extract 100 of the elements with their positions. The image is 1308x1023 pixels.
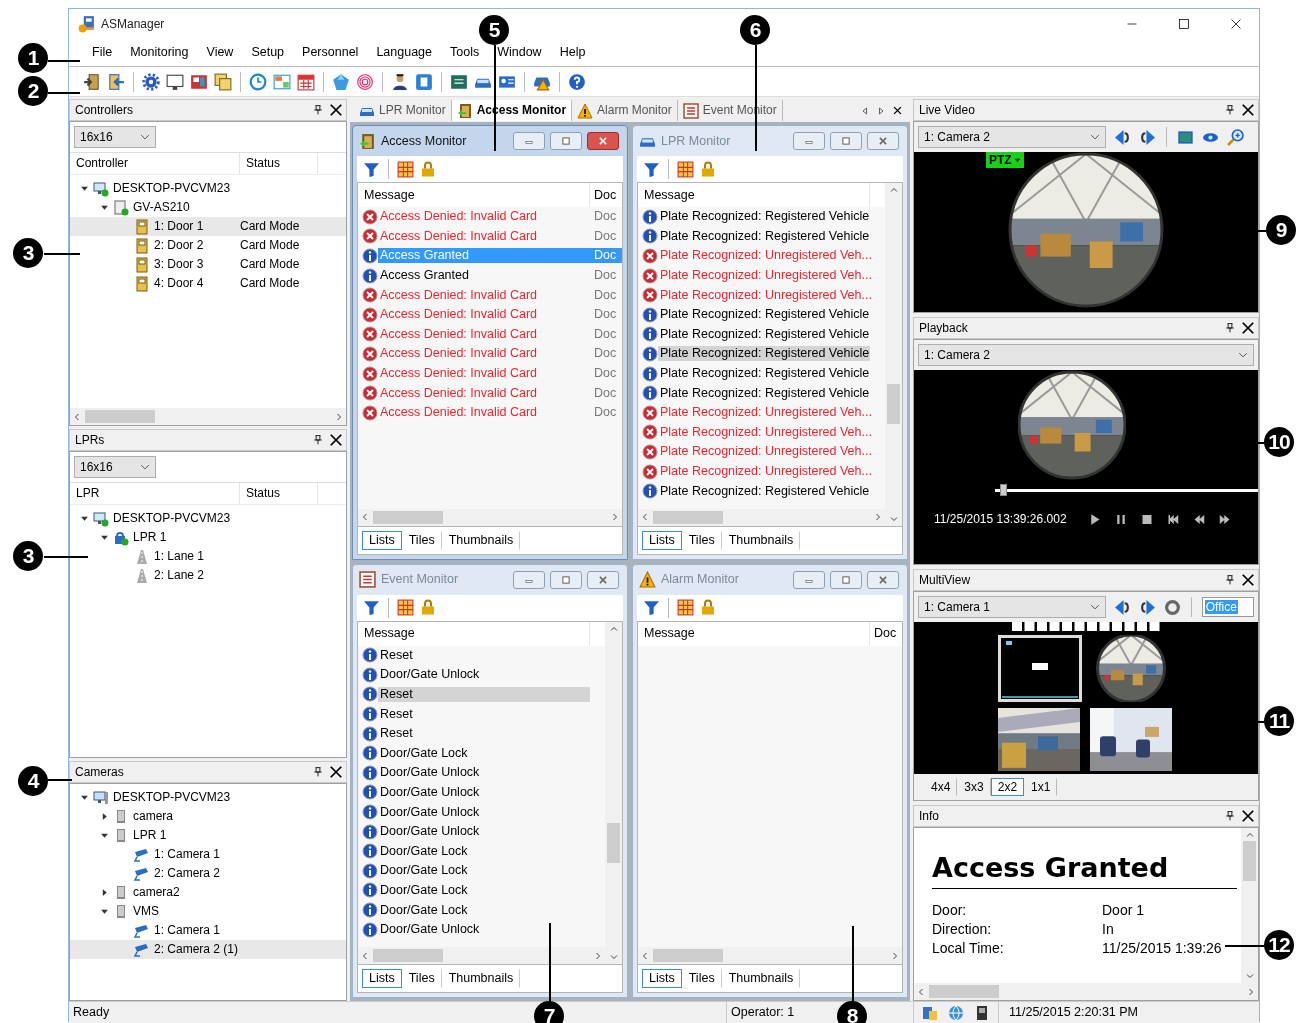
- horizontal-scrollbar[interactable]: [358, 947, 605, 964]
- ptz-left-icon[interactable]: [1114, 128, 1131, 146]
- camera-dropdown[interactable]: 1: Camera 1: [918, 596, 1106, 618]
- vertical-scrollbar[interactable]: [885, 183, 902, 526]
- column-header[interactable]: Doc: [590, 187, 617, 203]
- close-icon[interactable]: [1241, 809, 1255, 823]
- tree-item[interactable]: 1: Lane 1: [70, 547, 346, 566]
- seek-slider[interactable]: [995, 486, 1258, 494]
- message-text[interactable]: Plate Recognized: Registered Vehicle: [658, 209, 870, 225]
- view-tab[interactable]: Lists: [642, 969, 682, 988]
- filter-icon[interactable]: [643, 160, 660, 178]
- message-text[interactable]: Plate Recognized: Registered Vehicle: [658, 307, 870, 323]
- collapse-arrow-icon[interactable]: [80, 184, 89, 193]
- grid-icon[interactable]: [677, 599, 694, 616]
- expand-arrow-icon[interactable]: [100, 812, 109, 821]
- menu-item[interactable]: File: [83, 43, 122, 62]
- ptz-right-icon[interactable]: [1139, 128, 1156, 146]
- message-text[interactable]: Door/Gate Lock: [378, 902, 590, 918]
- message-text[interactable]: Door/Gate Lock: [378, 745, 590, 761]
- tree-item[interactable]: 2: Lane 2: [70, 566, 346, 585]
- horizontal-scrollbar[interactable]: [70, 408, 346, 425]
- pin-icon[interactable]: [1225, 322, 1235, 334]
- pause-icon[interactable]: [1114, 512, 1127, 526]
- gem-icon[interactable]: [332, 72, 350, 91]
- size-dropdown[interactable]: 16x16: [74, 126, 156, 148]
- tree-item[interactable]: 1: Camera 1: [70, 845, 346, 864]
- close-button[interactable]: [587, 570, 619, 589]
- scroll-thumb[interactable]: [887, 384, 900, 424]
- document-tab[interactable]: LPR Monitor: [354, 100, 452, 121]
- tree-item[interactable]: GV-AS210: [70, 198, 346, 217]
- message-text[interactable]: Access Denied: Invalid Card: [378, 307, 590, 323]
- message-text[interactable]: Door/Gate Unlock: [378, 824, 590, 840]
- calendar-icon[interactable]: [297, 72, 315, 91]
- panels-icon[interactable]: [190, 72, 208, 91]
- filter-icon[interactable]: [363, 160, 380, 178]
- menu-item[interactable]: Language: [367, 43, 441, 62]
- column-header[interactable]: Message: [358, 621, 590, 646]
- play-icon[interactable]: [1088, 512, 1101, 526]
- vertical-scrollbar[interactable]: [605, 621, 622, 964]
- tree-item[interactable]: 2: Camera 2 (1): [70, 940, 346, 959]
- close-icon[interactable]: [329, 433, 343, 447]
- fast-forward-icon[interactable]: [1218, 512, 1231, 526]
- tree-item[interactable]: LPR 1: [70, 826, 346, 845]
- collapse-arrow-icon[interactable]: [100, 831, 109, 840]
- layout-tab[interactable]: 3x3: [957, 777, 991, 797]
- message-text[interactable]: Door/Gate Lock: [378, 843, 590, 859]
- tree-item[interactable]: 1: Door 1 Card Mode: [70, 217, 346, 236]
- message-text[interactable]: Reset: [378, 647, 590, 663]
- pin-icon[interactable]: [313, 766, 323, 778]
- message-text[interactable]: Access Denied: Invalid Card: [378, 405, 590, 421]
- pin-icon[interactable]: [1225, 810, 1235, 822]
- message-text[interactable]: Door/Gate Lock: [378, 882, 590, 898]
- message-text[interactable]: Door/Gate Unlock: [378, 922, 590, 938]
- column-header[interactable]: Status: [240, 153, 318, 174]
- lock-icon[interactable]: [420, 160, 436, 178]
- message-text[interactable]: Plate Recognized: Registered Vehicle: [658, 346, 870, 362]
- lock-icon[interactable]: [700, 160, 716, 178]
- view-tab[interactable]: Lists: [362, 969, 402, 988]
- fingerprint-icon[interactable]: [356, 72, 374, 91]
- view-tab[interactable]: Lists: [362, 530, 402, 550]
- column-header[interactable]: LPR: [70, 483, 240, 504]
- collapse-arrow-icon[interactable]: [100, 907, 109, 916]
- message-text[interactable]: Door/Gate Lock: [378, 863, 590, 879]
- tree-item[interactable]: 3: Door 3 Card Mode: [70, 255, 346, 274]
- grid-icon[interactable]: [677, 160, 694, 178]
- close-button[interactable]: [867, 570, 899, 589]
- gear-icon[interactable]: [142, 72, 160, 91]
- message-text[interactable]: Reset: [378, 706, 590, 722]
- message-text[interactable]: Plate Recognized: Unregistered Veh...: [658, 405, 870, 421]
- lock-icon[interactable]: [700, 599, 716, 616]
- tree-item[interactable]: camera: [70, 807, 346, 826]
- message-text[interactable]: Plate Recognized: Unregistered Veh...: [658, 424, 870, 440]
- message-text[interactable]: Plate Recognized: Unregistered Veh...: [658, 444, 870, 460]
- help-icon[interactable]: [568, 72, 586, 91]
- message-text[interactable]: Reset: [378, 726, 590, 742]
- close-icon[interactable]: [1241, 103, 1255, 117]
- menu-item[interactable]: Setup: [242, 43, 294, 62]
- tree-item[interactable]: 1: Camera 1: [70, 921, 346, 940]
- message-text[interactable]: Access Denied: Invalid Card: [378, 326, 590, 342]
- close-button[interactable]: [587, 132, 619, 150]
- lock-icon[interactable]: [420, 599, 436, 616]
- view-tab[interactable]: Lists: [642, 530, 682, 550]
- scroll-thumb[interactable]: [373, 949, 443, 962]
- dial-icon[interactable]: [1164, 598, 1181, 616]
- message-text[interactable]: Access Denied: Invalid Card: [378, 385, 590, 401]
- scroll-thumb[interactable]: [85, 410, 155, 423]
- tree-item[interactable]: camera2: [70, 883, 346, 902]
- close-icon[interactable]: [893, 106, 902, 115]
- close-icon[interactable]: [1241, 573, 1255, 587]
- tree-item[interactable]: DESKTOP-PVCVM23: [70, 509, 346, 528]
- restore-button[interactable]: [830, 570, 862, 589]
- collapse-arrow-icon[interactable]: [80, 514, 89, 523]
- size-dropdown[interactable]: 16x16: [74, 456, 156, 478]
- message-text[interactable]: Door/Gate Unlock: [378, 765, 590, 781]
- pin-icon[interactable]: [313, 434, 323, 446]
- restore-button[interactable]: [550, 132, 582, 150]
- door-icon[interactable]: [107, 72, 125, 91]
- menu-item[interactable]: View: [197, 43, 243, 62]
- scroll-thumb[interactable]: [929, 985, 999, 998]
- collapse-arrow-icon[interactable]: [100, 533, 109, 542]
